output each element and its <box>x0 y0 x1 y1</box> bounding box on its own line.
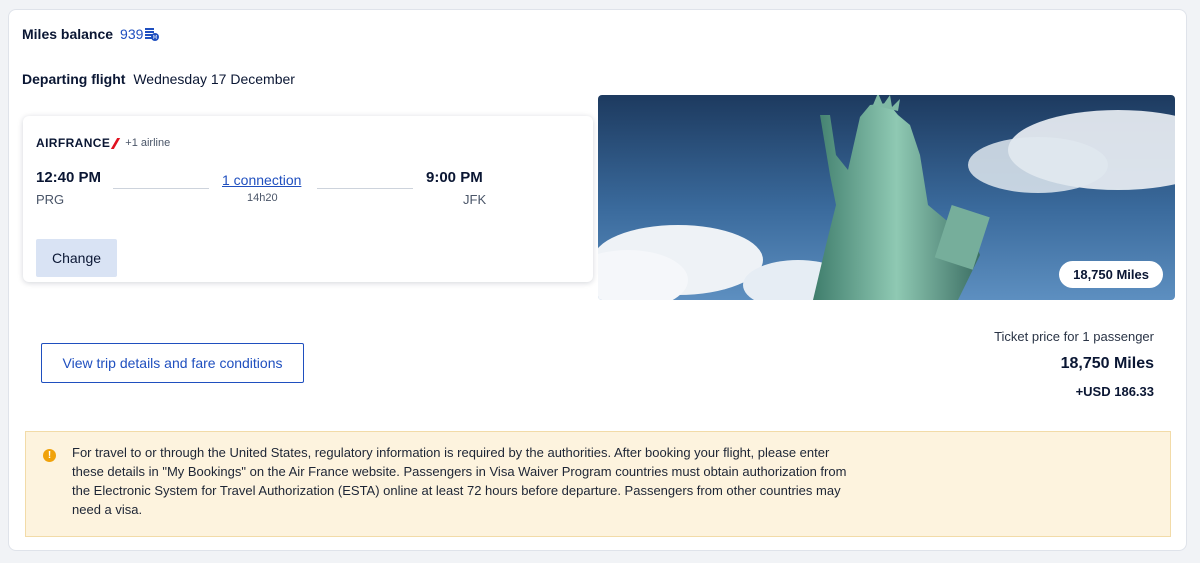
miles-icon: M <box>144 26 160 42</box>
miles-balance-label: Miles balance <box>22 26 114 42</box>
route-line-right <box>317 188 413 189</box>
arrive-time: 9:00 PM <box>426 169 483 186</box>
departing-date: Wednesday 17 December <box>133 71 295 87</box>
airline-row: AIRFRANCE +1 airline <box>36 136 170 150</box>
esta-notice: ! For travel to or through the United St… <box>25 431 1171 537</box>
miles-badge: 18,750 Miles <box>1059 261 1163 288</box>
departing-flight-header: Departing flight Wednesday 17 December <box>22 71 295 87</box>
airfrance-logo-mark-icon <box>111 138 120 148</box>
departing-flight-label: Departing flight <box>22 71 126 87</box>
ticket-price-usd: +USD 186.33 <box>1075 384 1154 399</box>
depart-airport: PRG <box>36 192 65 207</box>
notice-text: For travel to or through the United Stat… <box>72 445 847 517</box>
change-flight-button[interactable]: Change <box>36 239 117 277</box>
trip-details-button[interactable]: View trip details and fare conditions <box>41 343 304 383</box>
arrive-airport: JFK <box>463 192 487 207</box>
connection-link[interactable]: 1 connection <box>222 172 301 188</box>
flight-card: AIRFRANCE +1 airline 12:40 PM PRG 1 conn… <box>23 116 593 282</box>
flight-duration: 14h20 <box>247 192 278 204</box>
route-line-left <box>113 188 209 189</box>
miles-balance-value: 939 <box>120 26 144 42</box>
destination-image: 18,750 Miles <box>598 95 1175 300</box>
airfrance-logo: AIRFRANCE <box>36 136 111 150</box>
extra-airline-label: +1 airline <box>125 137 171 149</box>
depart-time: 12:40 PM <box>36 169 102 186</box>
svg-text:M: M <box>153 35 157 41</box>
warning-icon: ! <box>43 449 56 462</box>
ticket-price-miles: 18,750 Miles <box>1060 355 1154 372</box>
ticket-price-label: Ticket price for 1 passenger <box>994 329 1154 344</box>
booking-panel: Miles balance 939 M Departing flight Wed… <box>8 9 1187 551</box>
miles-balance: Miles balance 939 M <box>22 26 160 42</box>
